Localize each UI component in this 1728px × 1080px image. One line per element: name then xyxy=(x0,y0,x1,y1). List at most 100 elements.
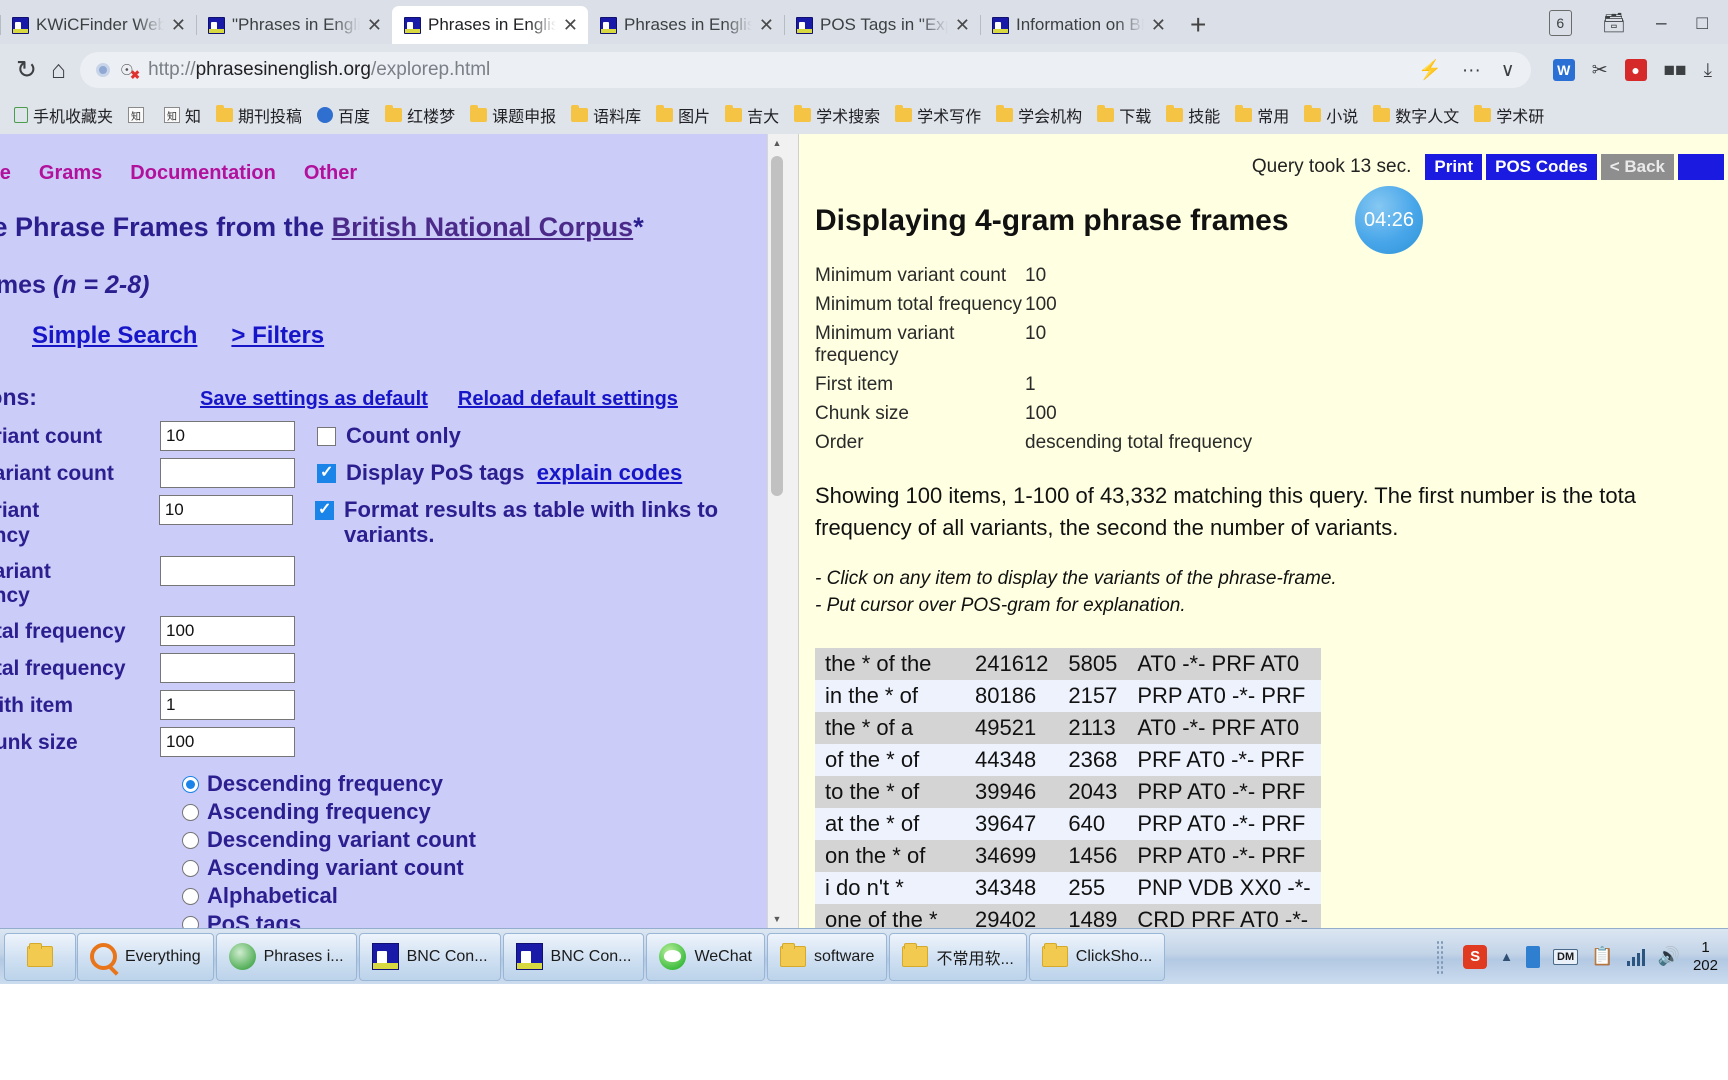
taskbar-item-everything[interactable]: Everything xyxy=(77,932,214,981)
minimize-button[interactable]: – xyxy=(1656,14,1667,33)
table-row[interactable]: i do n't * 34348 255 PNP VDB XX0 -*- xyxy=(815,871,1321,904)
nav-home[interactable]: me xyxy=(0,162,11,185)
bookmark-item[interactable]: 常用 xyxy=(1229,101,1295,129)
radio-button[interactable] xyxy=(182,915,199,928)
back-button[interactable]: < Back xyxy=(1600,154,1674,180)
record-extension-icon[interactable]: ● xyxy=(1624,59,1647,81)
table-row[interactable]: the * of a 49521 2113 AT0 -*- PRF AT0 xyxy=(815,711,1321,744)
profile-badge[interactable]: 6 xyxy=(1548,10,1572,36)
bookmark-item[interactable]: 红楼梦 xyxy=(379,101,461,129)
tab-close-icon[interactable]: ✕ xyxy=(171,16,186,34)
reload-settings-link[interactable]: Reload default settings xyxy=(458,388,678,411)
results-frame-scrollbar[interactable] xyxy=(785,134,799,928)
site-info-icon[interactable] xyxy=(96,63,111,77)
cell-phrase[interactable]: the * of a xyxy=(815,711,965,744)
bookmark-item[interactable]: 百度 xyxy=(311,101,376,129)
tab-close-icon[interactable]: ✕ xyxy=(759,16,774,34)
address-bar[interactable]: ☉ ✖ http://phrasesinenglish.org/explorep.… xyxy=(80,52,1531,88)
browser-tab-4[interactable]: Phrases in English ✕ xyxy=(588,6,784,44)
tab-close-icon[interactable]: ✕ xyxy=(563,16,578,34)
nav-documentation[interactable]: Documentation xyxy=(130,162,276,185)
min-total-frequency-input[interactable]: 100 xyxy=(160,616,295,647)
cell-phrase[interactable]: on the * of xyxy=(815,839,965,872)
bookmark-item[interactable]: 学术研 xyxy=(1468,101,1550,129)
bookmark-item[interactable]: 技能 xyxy=(1160,101,1226,129)
browser-tab-1[interactable]: KWiCFinder Web ✕ xyxy=(0,6,196,44)
browser-tab-2[interactable]: "Phrases in English ✕ xyxy=(196,6,392,44)
bookmark-item[interactable]: 图片 xyxy=(650,101,716,129)
bookmark-item[interactable]: 学术搜索 xyxy=(788,101,886,129)
browser-tab-6[interactable]: Information on BN ✕ xyxy=(980,6,1176,44)
taskbar-item-bnc-1[interactable]: BNC Con... xyxy=(358,932,501,981)
table-row[interactable]: to the * of 39946 2043 PRP AT0 -*- PRF xyxy=(815,775,1321,808)
cell-pos-gram[interactable]: PRP AT0 -*- PRF xyxy=(1127,839,1321,872)
cell-phrase[interactable]: one of the * xyxy=(815,903,965,928)
bnc-link[interactable]: British National Corpus xyxy=(332,212,634,242)
left-frame-scrollbar[interactable]: ▲ ▼ xyxy=(767,134,785,928)
lightning-icon[interactable]: ⚡ xyxy=(1418,61,1442,80)
new-tab-button[interactable]: + xyxy=(1190,11,1206,39)
table-row[interactable]: in the * of 80186 2157 PRP AT0 -*- PRF xyxy=(815,679,1321,712)
browser-tab-3-active[interactable]: Phrases in English ✕ xyxy=(392,6,588,44)
radio-button[interactable] xyxy=(182,831,199,849)
table-row[interactable]: of the * of 44348 2368 PRF AT0 -*- PRF xyxy=(815,743,1321,776)
cell-phrase[interactable]: in the * of xyxy=(815,679,965,712)
cell-pos-gram[interactable]: PRF AT0 -*- PRF xyxy=(1127,743,1321,776)
maximize-button[interactable]: □ xyxy=(1697,14,1708,33)
dm-tray-icon[interactable]: DM xyxy=(1553,948,1579,965)
volume-icon[interactable]: 🔊 xyxy=(1658,946,1680,967)
table-row[interactable]: on the * of 34699 1456 PRP AT0 -*- PRF xyxy=(815,839,1321,872)
cell-pos-gram[interactable]: AT0 -*- PRF AT0 xyxy=(1127,647,1321,680)
chevron-down-icon[interactable]: ∨ xyxy=(1501,61,1515,80)
table-row[interactable]: the * of the 241612 5805 AT0 -*- PRF AT0 xyxy=(815,647,1321,680)
explain-codes-link[interactable]: explain codes xyxy=(537,460,683,485)
network-icon[interactable] xyxy=(1626,948,1645,966)
taskbar-item-wechat[interactable]: WeChat xyxy=(646,932,765,981)
min-variant-count-input[interactable]: 10 xyxy=(160,421,295,451)
bookmark-item[interactable]: 知知 xyxy=(158,101,207,129)
radio-ascending-frequency[interactable]: Ascending frequency xyxy=(182,799,785,825)
radio-ascending-variant-count[interactable]: Ascending variant count xyxy=(182,855,785,881)
tab-close-icon[interactable]: ✕ xyxy=(955,16,970,34)
collections-icon[interactable]: 🗃 xyxy=(1602,14,1626,33)
start-button[interactable] xyxy=(4,932,76,981)
cell-pos-gram[interactable]: PNP VDB XX0 -*- xyxy=(1127,871,1321,904)
radio-pos-tags[interactable]: PoS tags xyxy=(182,911,785,928)
cell-phrase[interactable]: i do n't * xyxy=(815,871,965,904)
table-row[interactable]: at the * of 39647 640 PRP AT0 -*- PRF xyxy=(815,807,1321,840)
radio-button[interactable] xyxy=(182,859,199,877)
clipboard-tray-icon[interactable]: 📋 xyxy=(1591,946,1613,967)
download-icon[interactable]: ⤓ xyxy=(1704,61,1712,80)
nav-other[interactable]: Other xyxy=(304,162,357,185)
tray-app-icon[interactable] xyxy=(1526,945,1541,968)
bookmark-item[interactable]: 吉大 xyxy=(719,101,785,129)
print-button[interactable]: Print xyxy=(1425,154,1483,180)
count-only-checkbox[interactable] xyxy=(317,427,336,446)
cell-phrase[interactable]: of the * of xyxy=(815,743,965,776)
tray-clock[interactable]: 1 202 xyxy=(1693,939,1718,974)
chunk-size-input[interactable]: 100 xyxy=(160,727,295,758)
bookmark-item[interactable]: 课题申报 xyxy=(464,101,562,129)
apps-grid-icon[interactable]: ■■ xyxy=(1664,61,1687,80)
scroll-up-arrow-icon[interactable]: ▲ xyxy=(768,134,785,152)
nav-grams[interactable]: Grams xyxy=(39,162,102,185)
cell-pos-gram[interactable]: AT0 -*- PRF AT0 xyxy=(1127,711,1321,744)
max-variant-frequency-input[interactable] xyxy=(160,555,295,586)
radio-alphabetical[interactable]: Alphabetical xyxy=(182,883,785,909)
taskbar-item-bnc-2[interactable]: BNC Con... xyxy=(502,932,645,981)
radio-button[interactable] xyxy=(182,775,199,793)
start-with-item-input[interactable]: 1 xyxy=(160,690,295,721)
bookmark-item[interactable]: 语料库 xyxy=(565,101,647,129)
floating-clock-badge[interactable]: 04:26 xyxy=(1355,186,1423,254)
scroll-down-arrow-icon[interactable]: ▼ xyxy=(768,910,785,928)
show-hidden-icons-icon[interactable]: ▲ xyxy=(1500,949,1513,964)
scissors-icon[interactable]: ✂ xyxy=(1592,61,1608,80)
browser-tab-5[interactable]: POS Tags in "Expl ✕ xyxy=(784,6,980,44)
bookmark-item[interactable]: 学术写作 xyxy=(889,101,987,129)
taskbar-item-phrases[interactable]: Phrases i... xyxy=(215,932,357,981)
bookmark-item[interactable]: 知 xyxy=(122,105,155,125)
more-icon[interactable]: ··· xyxy=(1462,61,1481,80)
tab-close-icon[interactable]: ✕ xyxy=(367,16,382,34)
scrollbar-thumb[interactable] xyxy=(771,156,783,496)
tray-grip-handle[interactable] xyxy=(1436,939,1445,974)
